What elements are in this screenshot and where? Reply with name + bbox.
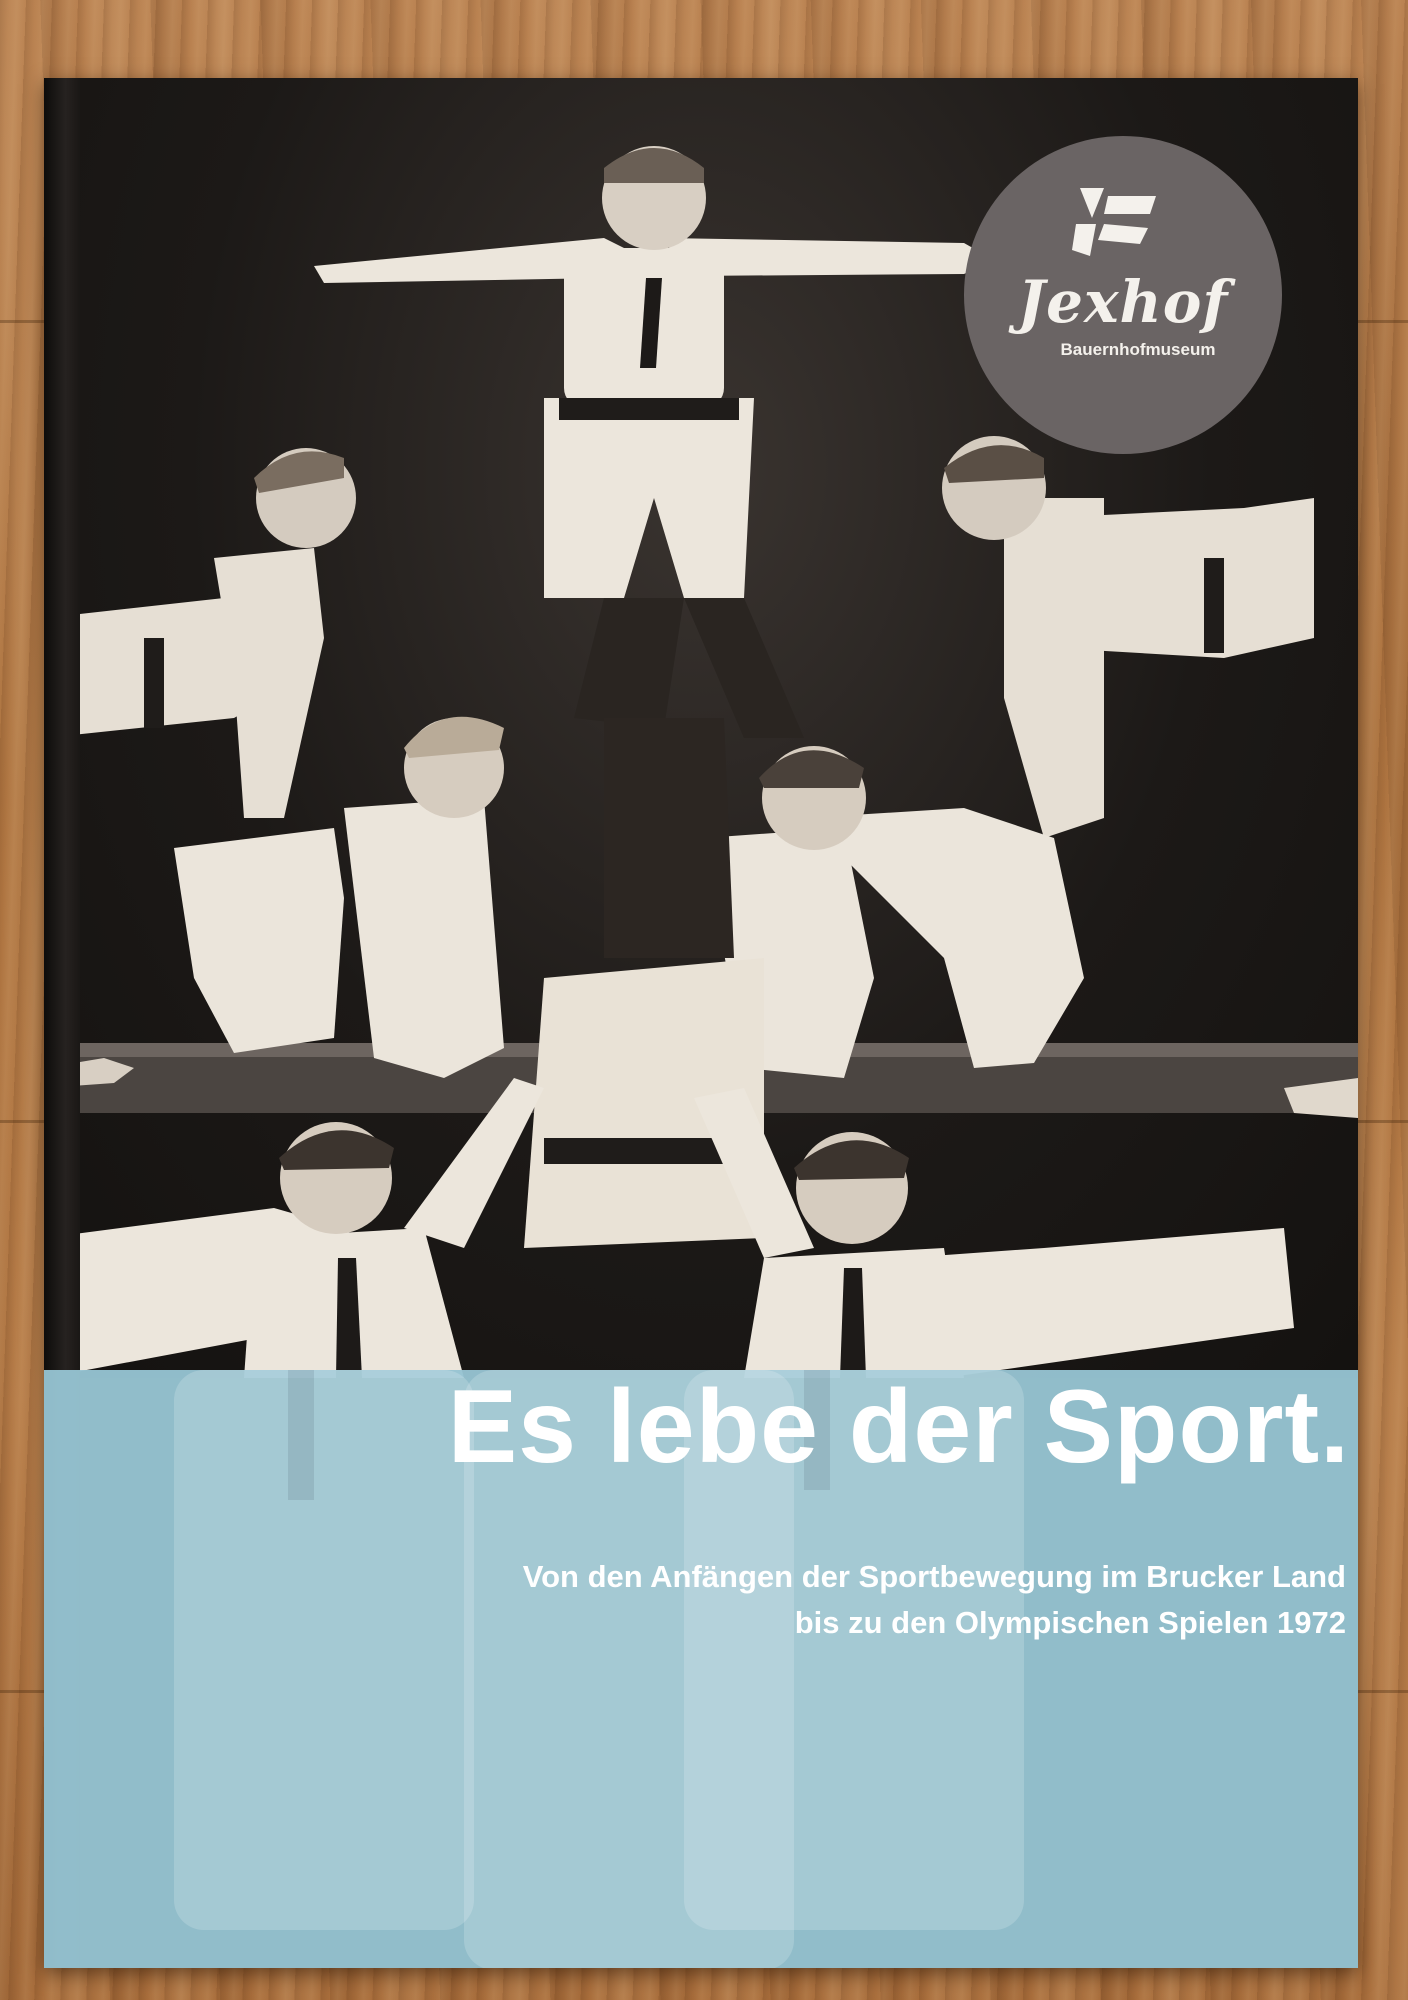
book-cover: Jexhof Bauernhofmuseum (44, 78, 1358, 1968)
gymnast-bottom-left (44, 1078, 544, 1378)
jexhof-logo: Jexhof Bauernhofmuseum (964, 136, 1282, 454)
book-title: Es lebe der Sport. (447, 1369, 1350, 1485)
gymnast-left-upper (44, 548, 324, 818)
subtitle-line-1: Von den Anfängen der Sportbewegung im Br… (522, 1559, 1346, 1594)
logo-name: Jexhof (1017, 268, 1229, 336)
subtitle-line-2: bis zu den Olympischen Spielen 1972 (794, 1605, 1346, 1640)
gymnast-bottom-right (694, 1088, 1294, 1378)
gymnast-right-upper (1004, 498, 1314, 838)
jexhof-mark-icon (1072, 188, 1156, 256)
logo-tagline: Bauernhofmuseum (1060, 340, 1216, 359)
gymnast-middle-left (174, 798, 504, 1078)
book-subtitle: Von den Anfängen der Sportbewegung im Br… (523, 1554, 1346, 1646)
gymnast-center-legs (604, 718, 734, 958)
